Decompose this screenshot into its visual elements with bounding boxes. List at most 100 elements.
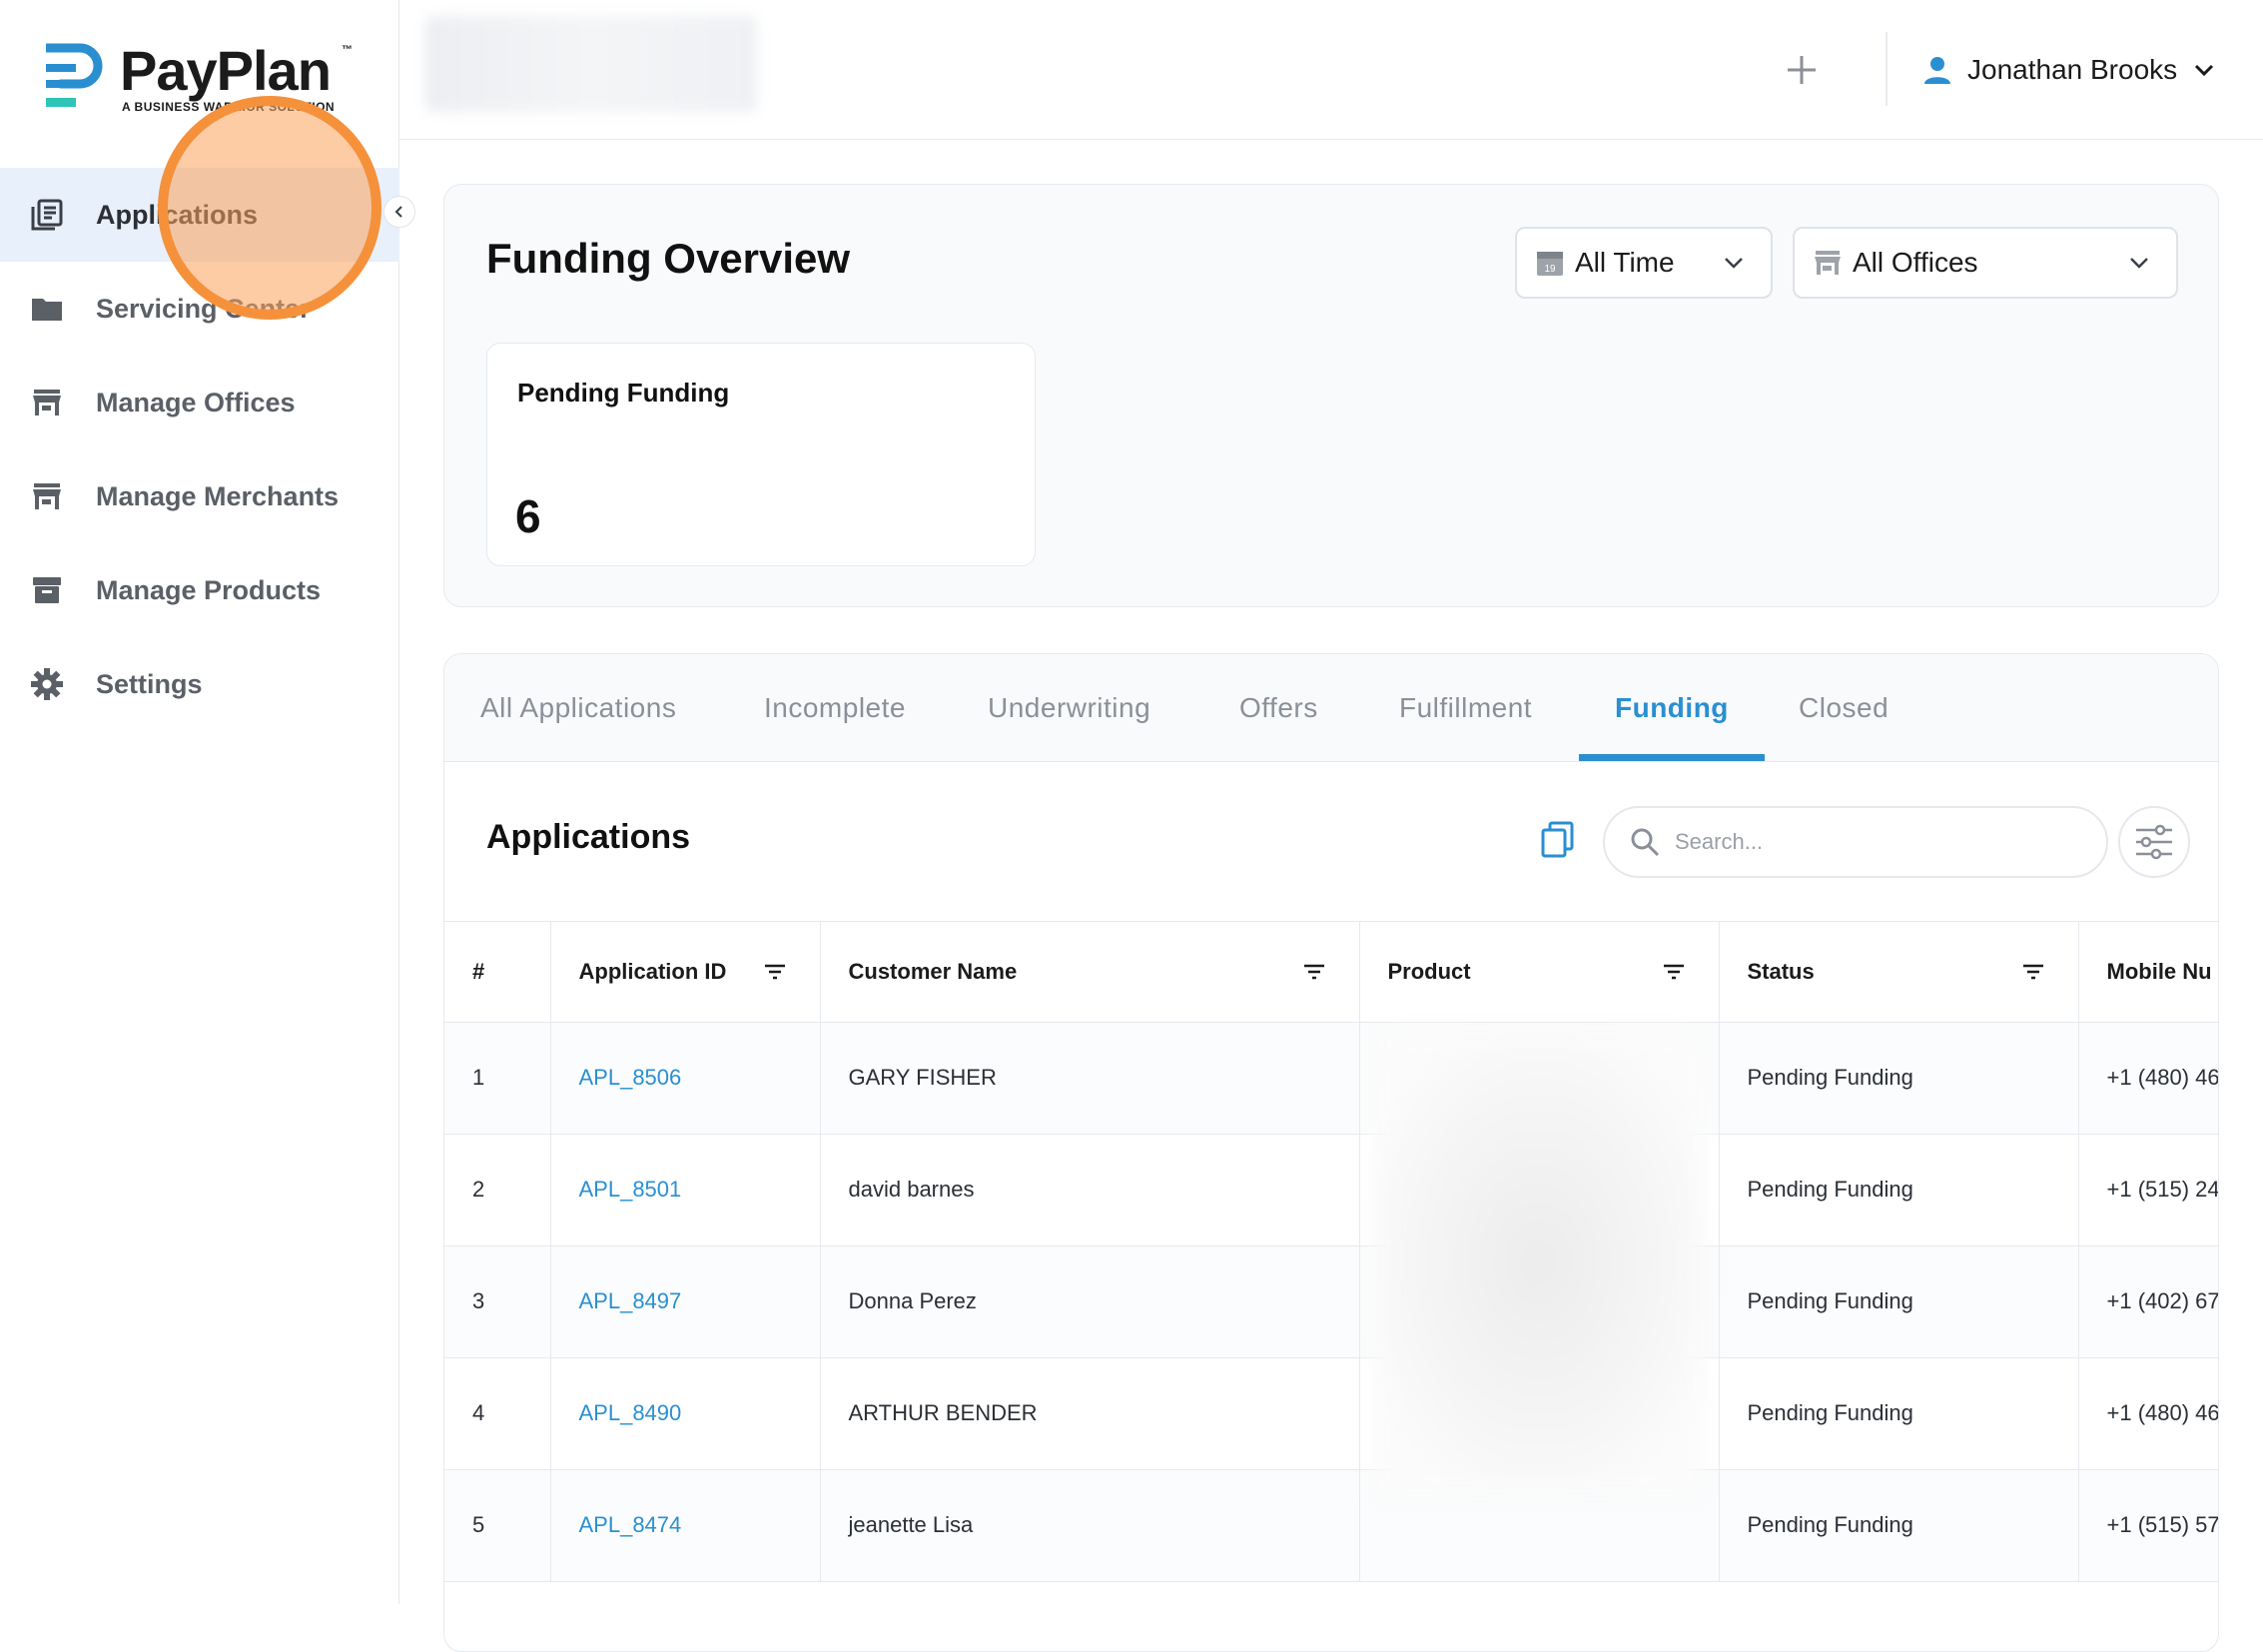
funding-overview-card: Funding Overview 19 All Time All Offices… (443, 184, 2219, 607)
application-id-link[interactable]: APL_8490 (579, 1400, 682, 1425)
brand-trademark: ™ (342, 44, 353, 56)
sidebar-item-settings[interactable]: Settings (0, 637, 399, 731)
mobile-number: +1 (480) 46 (2078, 1357, 2218, 1470)
application-id-link[interactable]: APL_8501 (579, 1177, 682, 1202)
status-cell: Pending Funding (1719, 1357, 2079, 1470)
column-header-label: Status (1747, 958, 1815, 984)
column-header-mobile-number[interactable]: Mobile Nu (2078, 922, 2218, 1023)
sidebar-item-label: Manage Offices (96, 387, 296, 417)
filter-settings-button[interactable] (2118, 806, 2190, 878)
mobile-number: +1 (515) 577 (2078, 1469, 2218, 1582)
status-tabs: All Applications Incomplete Underwriting… (444, 654, 2218, 762)
sidebar-item-applications[interactable]: Applications (0, 168, 399, 262)
mobile-number: +1 (480) 46 (2078, 1022, 2218, 1135)
tab-all-applications[interactable]: All Applications (480, 654, 676, 762)
customer-name: GARY FISHER (820, 1022, 1360, 1135)
calendar-icon: 19 (1537, 252, 1563, 276)
plus-icon (1788, 56, 1816, 84)
tab-fulfillment[interactable]: Fulfillment (1399, 654, 1532, 762)
table-row[interactable]: 2 APL_8501 david barnes Pending Funding … (444, 1134, 2218, 1246)
chevron-down-icon (2195, 64, 2214, 77)
user-menu[interactable]: Jonathan Brooks (1921, 40, 2215, 100)
table-header-row: # Application ID Customer Name Product S… (444, 922, 2218, 1023)
store-icon (1815, 251, 1841, 275)
customer-name: david barnes (820, 1134, 1360, 1246)
applications-header: Applications (444, 762, 2218, 922)
payplan-logo-icon (46, 43, 103, 107)
column-header-number: # (444, 922, 551, 1023)
application-id-link[interactable]: APL_8474 (579, 1512, 682, 1537)
sidebar-item-manage-offices[interactable]: Manage Offices (0, 356, 399, 449)
sidebar-item-manage-products[interactable]: Manage Products (0, 543, 399, 637)
time-filter-value: All Time (1575, 247, 1675, 278)
tab-underwriting[interactable]: Underwriting (988, 654, 1150, 762)
row-number: 1 (444, 1022, 551, 1135)
top-bar: Jonathan Brooks (399, 0, 2263, 140)
table-row[interactable]: 1 APL_8506 GARY FISHER Pending Funding +… (444, 1022, 2218, 1135)
customer-name: jeanette Lisa (820, 1469, 1360, 1582)
filter-icon[interactable] (764, 964, 786, 980)
user-icon (1924, 57, 1950, 84)
payplan-logo[interactable]: PayPlan ™ A BUSINESS WARRIOR SOLUTION (46, 38, 366, 118)
folder-icon (30, 292, 64, 326)
table-row[interactable]: 3 APL_8497 Donna Perez Pending Funding +… (444, 1245, 2218, 1358)
filter-icon[interactable] (1663, 964, 1685, 980)
row-number: 3 (444, 1245, 551, 1358)
tab-funding[interactable]: Funding (1615, 654, 1729, 762)
search-field[interactable] (1603, 806, 2108, 878)
search-icon (1631, 828, 1660, 857)
store-icon (30, 479, 64, 513)
application-id-link[interactable]: APL_8506 (579, 1065, 682, 1090)
applications-card: All Applications Incomplete Underwriting… (443, 653, 2219, 1652)
table-row[interactable]: 4 APL_8490 ARTHUR BENDER Pending Funding… (444, 1357, 2218, 1470)
office-filter-dropdown[interactable]: All Offices (1793, 227, 2178, 299)
table-row[interactable]: 5 APL_8474 jeanette Lisa Pending Funding… (444, 1469, 2218, 1582)
column-header-label: Application ID (578, 958, 727, 984)
sidebar-item-label: Manage Merchants (96, 480, 340, 511)
status-cell: Pending Funding (1719, 1022, 2079, 1135)
status-cell: Pending Funding (1719, 1245, 2079, 1358)
user-name: Jonathan Brooks (1967, 54, 2178, 85)
section-title: Applications (486, 818, 691, 856)
pending-funding-stat-card[interactable]: Pending Funding 6 (486, 343, 1036, 566)
store-icon (30, 386, 64, 419)
chevron-down-icon (1725, 258, 1743, 269)
sliders-icon (2136, 824, 2172, 860)
applications-table: # Application ID Customer Name Product S… (444, 922, 2218, 1582)
time-filter-dropdown[interactable]: 19 All Time (1515, 227, 1773, 299)
column-header-customer-name[interactable]: Customer Name (820, 922, 1360, 1023)
search-input[interactable] (1675, 829, 2054, 855)
svg-text:19: 19 (1544, 264, 1556, 275)
brand-tagline: A BUSINESS WARRIOR SOLUTION (122, 100, 336, 114)
sidebar-item-label: Applications (96, 199, 259, 230)
tab-offers[interactable]: Offers (1239, 654, 1318, 762)
gear-icon (30, 667, 64, 701)
sidebar-nav: Applications Servicing Center Manage Off… (0, 168, 399, 731)
sidebar-item-manage-merchants[interactable]: Manage Merchants (0, 449, 399, 543)
status-cell: Pending Funding (1719, 1469, 2079, 1582)
tab-incomplete[interactable]: Incomplete (764, 654, 906, 762)
row-number: 4 (444, 1357, 551, 1470)
page-title: Funding Overview (486, 235, 851, 282)
filter-icon[interactable] (2022, 964, 2044, 980)
copy-button[interactable] (1535, 816, 1581, 862)
customer-name: ARTHUR BENDER (820, 1357, 1360, 1470)
column-header-product[interactable]: Product (1359, 922, 1720, 1023)
filter-icon[interactable] (1303, 964, 1325, 980)
column-header-label: Customer Name (848, 958, 1018, 984)
tab-closed[interactable]: Closed (1799, 654, 1888, 762)
chevron-down-icon (2130, 258, 2148, 269)
chevron-left-icon (394, 206, 402, 218)
stat-value: 6 (515, 490, 541, 542)
copy-icon (1541, 821, 1574, 858)
column-header-application-id[interactable]: Application ID (550, 922, 821, 1023)
stat-label: Pending Funding (517, 378, 730, 408)
column-header-status[interactable]: Status (1719, 922, 2079, 1023)
add-button[interactable] (1778, 46, 1826, 94)
sidebar-item-servicing-center[interactable]: Servicing Center (0, 262, 399, 356)
collapse-sidebar-button[interactable] (383, 196, 415, 228)
application-id-link[interactable]: APL_8497 (579, 1288, 682, 1313)
brand-name: PayPlan (120, 39, 332, 102)
row-number: 5 (444, 1469, 551, 1582)
archive-icon (30, 573, 64, 607)
